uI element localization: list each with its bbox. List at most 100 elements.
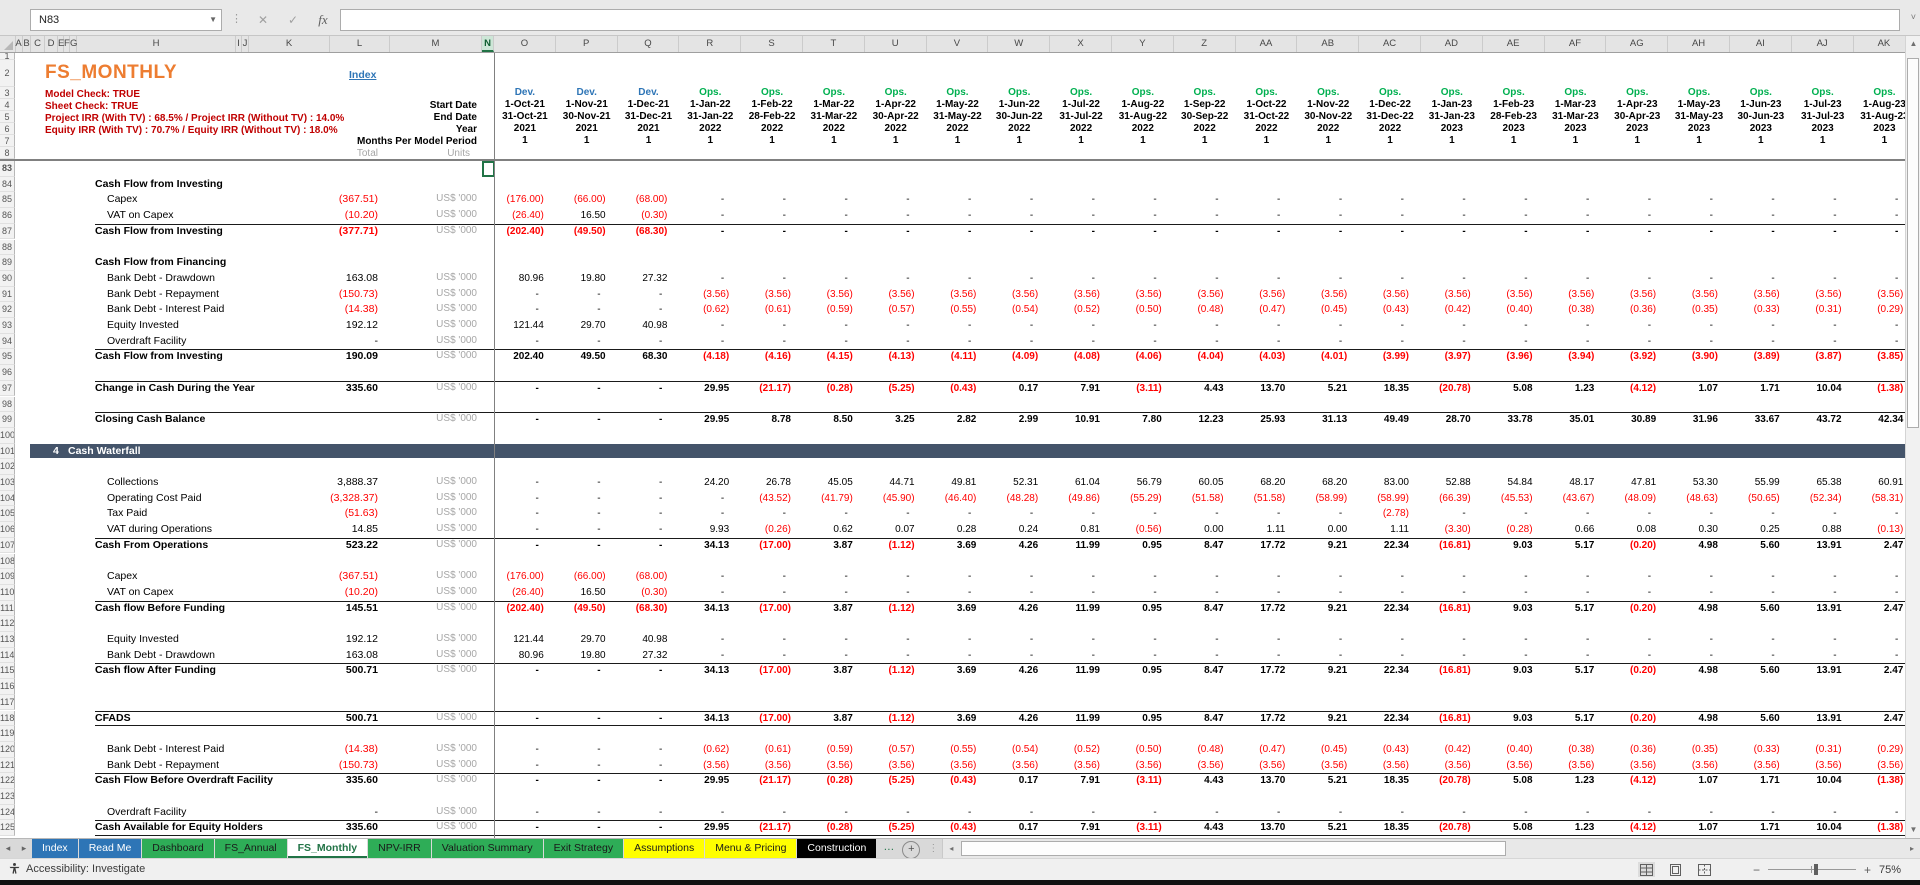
cell[interactable]: - — [1174, 585, 1236, 601]
cell[interactable]: - — [494, 805, 556, 821]
row-total[interactable]: 335.60 — [240, 774, 378, 786]
cell[interactable]: (0.50) — [1112, 742, 1174, 758]
cell[interactable]: - — [1606, 318, 1668, 334]
column-header-O[interactable]: O — [494, 36, 556, 52]
cell[interactable]: (1.38) — [1854, 773, 1905, 789]
cell[interactable]: (0.30) — [618, 208, 680, 224]
cell[interactable]: - — [865, 585, 927, 601]
cell[interactable]: (3.30) — [1421, 522, 1483, 538]
year-cell[interactable]: 2021 — [494, 123, 556, 135]
column-header-AG[interactable]: AG — [1606, 36, 1669, 52]
cell[interactable]: - — [494, 506, 556, 522]
cell[interactable]: 5.17 — [1545, 538, 1607, 554]
cell[interactable]: - — [618, 522, 680, 538]
months-per-period-cell[interactable]: 1 — [1112, 135, 1174, 147]
cell[interactable]: - — [1050, 569, 1112, 585]
cell[interactable]: - — [556, 287, 618, 303]
cell[interactable]: (0.31) — [1792, 742, 1854, 758]
cancel-icon[interactable]: ✕ — [250, 9, 276, 31]
column-header-Z[interactable]: Z — [1174, 36, 1236, 52]
row-units[interactable]: US$ '000 — [390, 303, 477, 314]
cell[interactable]: (41.79) — [803, 491, 865, 507]
cell[interactable]: 5.60 — [1730, 538, 1792, 554]
column-header-J[interactable]: J — [242, 36, 249, 52]
cell[interactable]: (1.12) — [865, 538, 927, 554]
cell[interactable]: 16.50 — [556, 585, 618, 601]
cell[interactable]: - — [927, 271, 989, 287]
start-date-cell[interactable]: 1-Oct-21 — [494, 99, 556, 111]
row-header-117[interactable]: 117 — [0, 694, 15, 711]
column-header-A[interactable]: A — [15, 36, 23, 52]
cell[interactable]: - — [1050, 648, 1112, 664]
cell[interactable]: (4.01) — [1297, 349, 1359, 365]
cell[interactable]: 0.25 — [1730, 522, 1792, 538]
cell[interactable]: - — [1483, 271, 1545, 287]
cell[interactable]: - — [865, 334, 927, 350]
row-header-1[interactable]: 1 — [0, 53, 15, 60]
cell[interactable]: - — [1174, 506, 1236, 522]
start-date-cell[interactable]: 1-Dec-21 — [618, 99, 680, 111]
row-label[interactable]: Overdraft Facility — [107, 335, 186, 347]
cell[interactable]: 5.60 — [1730, 711, 1792, 727]
cell[interactable]: - — [865, 271, 927, 287]
cell[interactable]: (0.20) — [1606, 538, 1668, 554]
cell[interactable]: (0.38) — [1545, 302, 1607, 318]
cell[interactable]: - — [1359, 334, 1421, 350]
cell[interactable]: - — [1545, 648, 1607, 664]
cell[interactable]: (0.20) — [1606, 711, 1668, 727]
row-header-98[interactable]: 98 — [0, 396, 15, 413]
year-cell[interactable]: 2021 — [556, 123, 618, 135]
row-total[interactable]: 3,888.37 — [240, 476, 378, 488]
tab-exit-strategy[interactable]: Exit Strategy — [543, 839, 624, 858]
end-date-cell[interactable]: 31-Jan-23 — [1421, 111, 1483, 123]
cell[interactable]: 13.91 — [1792, 663, 1854, 679]
row-units[interactable]: US$ '000 — [390, 664, 477, 675]
cell[interactable]: (21.17) — [741, 820, 803, 836]
cell[interactable]: - — [988, 805, 1050, 821]
row-header-106[interactable]: 106 — [0, 522, 15, 538]
cell[interactable]: (3.56) — [741, 758, 803, 774]
cell[interactable]: - — [1297, 192, 1359, 208]
cell[interactable]: (50.65) — [1730, 491, 1792, 507]
year-cell[interactable]: 2022 — [1359, 123, 1421, 135]
cell[interactable]: (58.99) — [1359, 491, 1421, 507]
page-break-view-icon[interactable] — [1696, 862, 1713, 877]
year-cell[interactable]: 2022 — [865, 123, 927, 135]
row-total[interactable]: 335.60 — [240, 382, 378, 394]
cell[interactable]: 5.21 — [1297, 773, 1359, 789]
cell[interactable]: (0.45) — [1297, 302, 1359, 318]
cell[interactable]: - — [803, 208, 865, 224]
cell[interactable]: - — [1668, 224, 1730, 240]
end-date-cell[interactable]: 31-Dec-21 — [618, 111, 680, 123]
cell[interactable]: 17.72 — [1236, 663, 1298, 679]
cell[interactable]: 27.32 — [618, 648, 680, 664]
row-total[interactable]: (150.73) — [240, 759, 378, 771]
cell[interactable]: 52.88 — [1421, 475, 1483, 491]
cell[interactable]: (20.78) — [1421, 381, 1483, 397]
cell[interactable]: - — [741, 585, 803, 601]
cell[interactable]: 0.00 — [1297, 522, 1359, 538]
cell[interactable]: 4.26 — [988, 538, 1050, 554]
cell[interactable]: - — [1050, 271, 1112, 287]
cell[interactable]: 2.47 — [1854, 711, 1905, 727]
cell[interactable]: - — [1112, 805, 1174, 821]
cell[interactable]: - — [618, 742, 680, 758]
end-date-cell[interactable]: 30-Jun-22 — [988, 111, 1050, 123]
cell[interactable]: 17.72 — [1236, 711, 1298, 727]
column-header-T[interactable]: T — [803, 36, 865, 52]
cell[interactable]: (3.56) — [679, 758, 741, 774]
start-date-cell[interactable]: 1-May-22 — [927, 99, 989, 111]
cell[interactable]: (3.11) — [1112, 773, 1174, 789]
cell[interactable]: 0.17 — [988, 381, 1050, 397]
cell[interactable]: - — [1297, 271, 1359, 287]
column-header-M[interactable]: M — [390, 36, 482, 52]
cell[interactable]: - — [803, 224, 865, 240]
months-per-period-cell[interactable]: 1 — [1050, 135, 1112, 147]
cell[interactable]: - — [1545, 318, 1607, 334]
cell[interactable]: - — [1730, 271, 1792, 287]
cell[interactable]: 68.30 — [618, 349, 680, 365]
cell[interactable]: - — [1483, 585, 1545, 601]
column-header-D[interactable]: D — [45, 36, 58, 52]
cell[interactable]: (0.43) — [927, 381, 989, 397]
cell[interactable]: - — [741, 632, 803, 648]
